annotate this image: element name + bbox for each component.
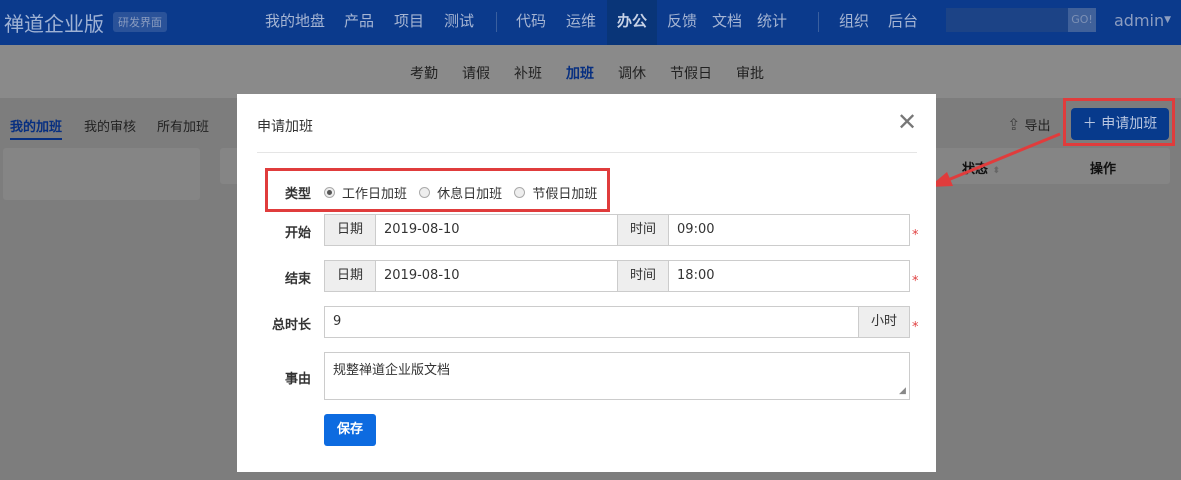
end-time-input[interactable]: 18:00 (669, 261, 909, 291)
highlight-box (1063, 98, 1175, 146)
subnav-holiday[interactable]: 节假日 (670, 63, 712, 83)
radio-restday[interactable]: 休息日加班 (419, 183, 502, 202)
end-date-input[interactable]: 2019-08-10 (376, 261, 619, 291)
start-label: 开始 (284, 226, 311, 241)
search-go-button[interactable]: GO! (1068, 8, 1096, 32)
reason-textarea[interactable]: 规整禅道企业版文档 (324, 352, 910, 400)
required-mark: * (912, 274, 919, 289)
hours-label: 总时长 (271, 318, 311, 333)
save-button[interactable]: 保存 (324, 414, 376, 446)
resize-handle-icon[interactable]: ◢ (899, 386, 906, 396)
subnav-makeup[interactable]: 补班 (514, 63, 542, 83)
date-addon: 日期 (325, 261, 377, 291)
radio-holiday[interactable]: 节假日加班 (514, 183, 597, 202)
user-menu[interactable]: admin▼ (1114, 11, 1171, 30)
nav-product[interactable]: 产品 (337, 0, 381, 45)
column-actions: 操作 (1090, 162, 1117, 177)
tab-all-overtime[interactable]: 所有加班 (157, 116, 209, 135)
nav-ops[interactable]: 运维 (559, 0, 603, 45)
hours-input-group: 9 小时 (324, 306, 910, 338)
user-name: admin (1114, 11, 1165, 30)
reason-label: 事由 (284, 372, 311, 387)
hours-input[interactable]: 9 (325, 307, 858, 337)
tab-my-review[interactable]: 我的审核 (84, 116, 136, 135)
nav-divider (818, 12, 819, 32)
logo[interactable]: 禅道企业版 (4, 8, 104, 37)
subnav-lieu[interactable]: 调休 (618, 63, 646, 83)
start-date-input[interactable]: 2019-08-10 (376, 215, 619, 245)
nav-admin[interactable]: 后台 (881, 0, 925, 45)
nav-code[interactable]: 代码 (509, 0, 553, 45)
end-input-group: 日期 2019-08-10 时间 18:00 (324, 260, 910, 292)
subnav-review[interactable]: 审批 (736, 63, 764, 83)
edition-badge[interactable]: 研发界面 (113, 12, 167, 32)
subnav-overtime[interactable]: 加班 (566, 63, 594, 83)
type-radio-group: 工作日加班 休息日加班 节假日加班 (324, 183, 605, 202)
radio-workday[interactable]: 工作日加班 (324, 183, 407, 202)
apply-overtime-dialog: 申请加班 ✕ 类型 工作日加班 休息日加班 节假日加班 开始 日期 2019-0… (237, 94, 936, 472)
radio-icon (514, 187, 526, 198)
tab-my-overtime[interactable]: 我的加班 (10, 116, 63, 140)
top-navbar: 禅道企业版 研发界面 我的地盘 产品 项目 测试 代码 运维 办公 反馈 文档 … (0, 0, 1181, 45)
time-addon: 时间 (618, 215, 670, 245)
subnav-attendance[interactable]: 考勤 (410, 63, 438, 83)
close-icon[interactable]: ✕ (897, 108, 917, 136)
nav-my[interactable]: 我的地盘 (258, 0, 332, 45)
nav-org[interactable]: 组织 (832, 0, 876, 45)
annotation-arrow-icon (929, 132, 1061, 187)
hours-unit: 小时 (857, 307, 909, 337)
type-label: 类型 (284, 187, 311, 202)
nav-office[interactable]: 办公 (607, 0, 658, 45)
date-addon: 日期 (325, 215, 377, 245)
nav-feedback[interactable]: 反馈 (660, 0, 704, 45)
nav-stats[interactable]: 统计 (750, 0, 794, 45)
nav-doc[interactable]: 文档 (705, 0, 749, 45)
divider (257, 152, 917, 153)
nav-project[interactable]: 项目 (387, 0, 431, 45)
side-panel (3, 148, 200, 200)
required-mark: * (912, 228, 919, 243)
end-label: 结束 (284, 272, 311, 287)
required-mark: * (912, 320, 919, 335)
nav-divider (496, 12, 497, 32)
radio-icon (419, 187, 431, 198)
time-addon: 时间 (618, 261, 670, 291)
nav-test[interactable]: 测试 (437, 0, 481, 45)
dialog-title: 申请加班 (257, 119, 313, 135)
start-time-input[interactable]: 09:00 (669, 215, 909, 245)
start-input-group: 日期 2019-08-10 时间 09:00 (324, 214, 910, 246)
chevron-down-icon: ▼ (1164, 15, 1172, 25)
radio-checked-icon (324, 187, 335, 198)
subnav-leave[interactable]: 请假 (462, 63, 490, 83)
